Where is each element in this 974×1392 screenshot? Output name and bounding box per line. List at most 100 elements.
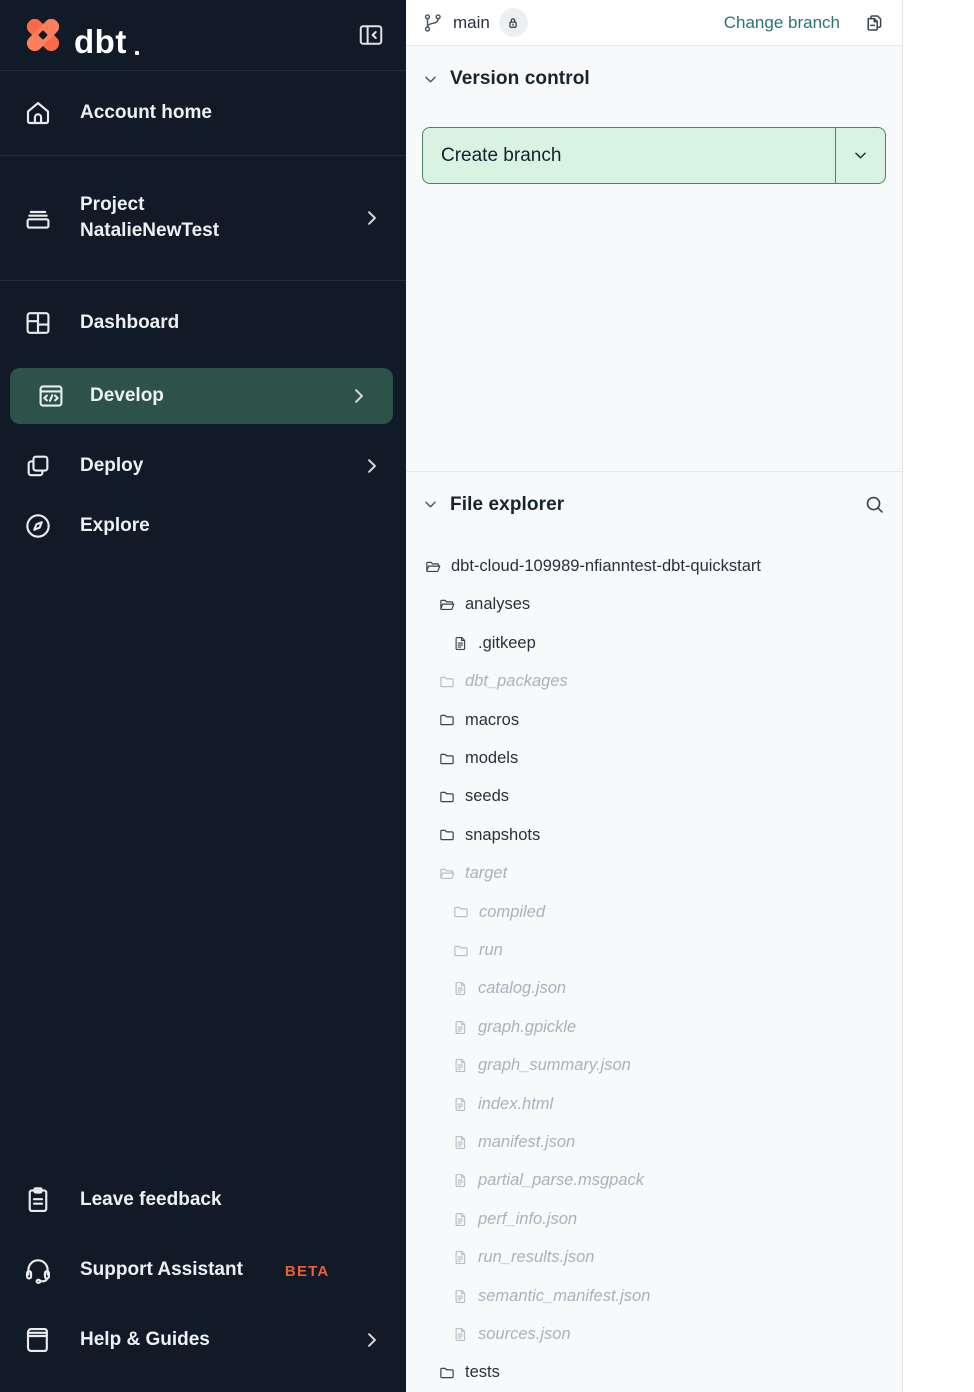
copy-icon[interactable] <box>862 11 886 35</box>
sidebar-item-project[interactable]: ProjectNatalieNewTest <box>0 168 406 268</box>
tree-item-catalog-json[interactable]: catalog.json <box>422 970 886 1008</box>
deploy-icon <box>22 450 54 482</box>
sidebar-item-explore[interactable]: Explore <box>0 496 406 556</box>
tree-item-label: dbt-cloud-109989-nfianntest-dbt-quicksta… <box>451 557 761 576</box>
folder-icon <box>438 673 456 691</box>
folder-icon <box>438 788 456 806</box>
tree-item-label: models <box>465 749 518 768</box>
sidebar-item-develop[interactable]: Develop <box>10 368 393 424</box>
file-icon <box>452 635 469 652</box>
branch-readonly-badge <box>499 8 528 37</box>
tree-item-run-results-json[interactable]: run_results.json <box>422 1238 886 1276</box>
sidebar-item-label: Help & Guides <box>80 1327 210 1353</box>
side-panel: main Change branch Version control Creat… <box>406 0 903 1392</box>
file-icon <box>452 1326 469 1343</box>
tree-item-perf-info-json[interactable]: perf_info.json <box>422 1200 886 1238</box>
create-branch-label: Create branch <box>423 128 835 183</box>
tree-item-label: perf_info.json <box>478 1210 577 1229</box>
sidebar-item-leave-feedback[interactable]: Leave feedback <box>0 1170 406 1230</box>
tree-item-semantic-manifest-json[interactable]: semantic_manifest.json <box>422 1277 886 1315</box>
create-branch-button[interactable]: Create branch <box>422 127 886 184</box>
project-icon <box>22 202 54 234</box>
sidebar-header: dbt <box>0 0 406 71</box>
create-branch-dropdown[interactable] <box>836 128 885 183</box>
chevron-down-icon[interactable] <box>422 71 439 88</box>
tree-item-label: .gitkeep <box>478 634 536 653</box>
folder-icon <box>438 1364 456 1382</box>
sidebar-item-label: Leave feedback <box>80 1187 222 1213</box>
sidebar-nav: Account home ProjectNatalieNewTest Dashboa… <box>0 71 406 568</box>
tree-item-dbt-cloud-109989-nfianntest-dbt-quickstart[interactable]: dbt-cloud-109989-nfianntest-dbt-quicksta… <box>422 547 886 585</box>
branch-bar: main Change branch <box>406 0 902 46</box>
tree-item-manifest-json[interactable]: manifest.json <box>422 1123 886 1161</box>
beta-badge: BETA <box>285 1263 330 1280</box>
tree-item-run[interactable]: run <box>422 931 886 969</box>
file-icon <box>452 1019 469 1036</box>
tree-item-gitkeep[interactable]: .gitkeep <box>422 624 886 662</box>
tree-item-compiled[interactable]: compiled <box>422 893 886 931</box>
sidebar-item-label: Support Assistant <box>80 1257 243 1283</box>
explore-icon <box>22 510 54 542</box>
sidebar-item-label: ProjectNatalieNewTest <box>80 192 219 243</box>
label-text: Account home <box>80 100 212 126</box>
tree-item-tests[interactable]: tests <box>422 1354 886 1392</box>
sidebar-group: Account home <box>0 71 406 156</box>
sidebar-item-dashboard[interactable]: Dashboard <box>0 293 406 353</box>
feedback-icon <box>22 1184 54 1216</box>
sidebar-item-account-home[interactable]: Account home <box>0 83 406 143</box>
label-subtext: NatalieNewTest <box>80 218 219 244</box>
current-branch-name: main <box>453 13 490 33</box>
tree-item-label: tests <box>465 1363 500 1382</box>
folder-icon <box>438 750 456 768</box>
folder-icon <box>452 903 470 921</box>
tree-item-models[interactable]: models <box>422 739 886 777</box>
tree-item-analyses[interactable]: analyses <box>422 586 886 624</box>
sidebar: dbt Account home ProjectNatalieNewTest Das… <box>0 0 406 1392</box>
sidebar-item-deploy[interactable]: Deploy <box>0 436 406 496</box>
tree-item-seeds[interactable]: seeds <box>422 778 886 816</box>
support-icon <box>22 1254 54 1286</box>
tree-item-sources-json[interactable]: sources.json <box>422 1315 886 1353</box>
tree-item-index-html[interactable]: index.html <box>422 1085 886 1123</box>
develop-icon <box>35 380 67 412</box>
tree-item-graph-gpickle[interactable]: graph.gpickle <box>422 1008 886 1046</box>
search-icon[interactable] <box>863 493 886 516</box>
chevron-right-icon <box>362 456 382 476</box>
tree-item-label: index.html <box>478 1095 553 1114</box>
sidebar-footer: Leave feedback Support Assistant BETA Help … <box>0 1170 406 1392</box>
file-icon <box>452 1288 469 1305</box>
chevron-down-icon[interactable] <box>422 496 439 513</box>
file-icon <box>452 1134 469 1151</box>
label-text: Explore <box>80 513 150 539</box>
lock-icon <box>505 15 521 31</box>
chevron-right-icon <box>362 208 382 228</box>
tree-item-label: partial_parse.msgpack <box>478 1171 644 1190</box>
change-branch-link[interactable]: Change branch <box>724 13 840 33</box>
sidebar-item-help-guides[interactable]: Help & Guides <box>0 1310 406 1370</box>
label-text: Leave feedback <box>80 1187 222 1213</box>
label-text: Dashboard <box>80 310 179 336</box>
file-explorer-section: File explorer dbt-cloud-109989-nfianntes… <box>406 472 902 1392</box>
chevron-right-icon <box>349 386 369 406</box>
sidebar-item-support-assistant[interactable]: Support Assistant BETA <box>0 1240 406 1300</box>
label-text: Deploy <box>80 453 143 479</box>
tree-item-label: semantic_manifest.json <box>478 1287 650 1306</box>
tree-item-label: run <box>479 941 503 960</box>
tree-item-partial-parse-msgpack[interactable]: partial_parse.msgpack <box>422 1162 886 1200</box>
chevron-down-icon <box>852 147 869 164</box>
tree-item-target[interactable]: target <box>422 855 886 893</box>
tree-item-label: dbt_packages <box>465 672 568 691</box>
tree-item-label: catalog.json <box>478 979 566 998</box>
tree-item-macros[interactable]: macros <box>422 701 886 739</box>
folder-icon <box>452 942 470 960</box>
tree-item-snapshots[interactable]: snapshots <box>422 816 886 854</box>
folder-open-icon <box>438 596 456 614</box>
dbt-logo-dot <box>135 51 139 55</box>
label-text: Project <box>80 192 219 218</box>
folder-icon <box>438 826 456 844</box>
book-icon <box>22 1324 54 1356</box>
folder-icon <box>438 711 456 729</box>
tree-item-dbt-packages[interactable]: dbt_packages <box>422 663 886 701</box>
tree-item-graph-summary-json[interactable]: graph_summary.json <box>422 1046 886 1084</box>
collapse-sidebar-icon[interactable] <box>356 20 386 50</box>
